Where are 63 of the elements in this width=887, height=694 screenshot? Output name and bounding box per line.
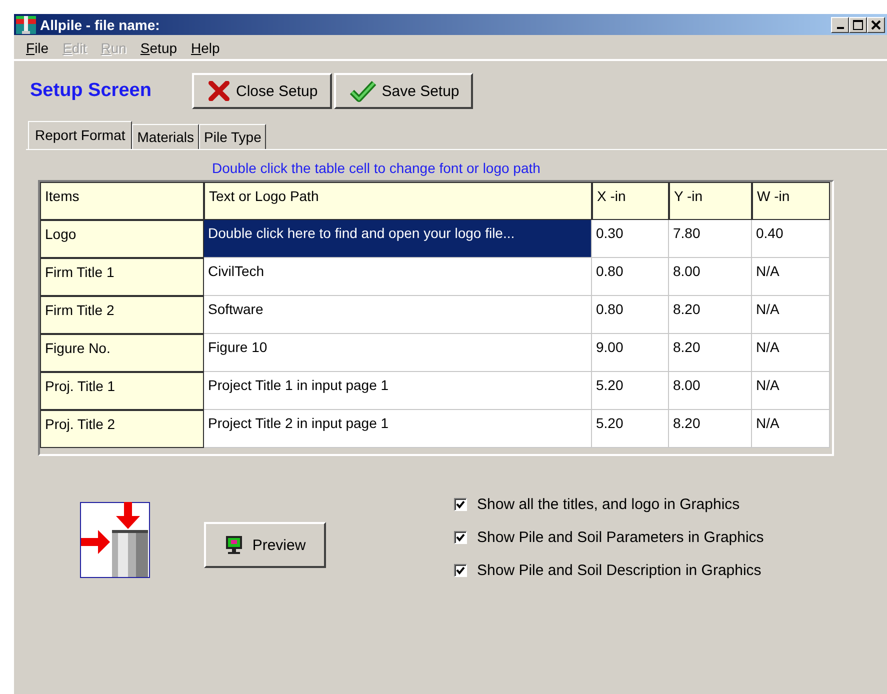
column-header: Y -in	[669, 182, 752, 220]
instruction-text: Double click the table cell to change font or logo path	[211, 159, 542, 178]
row-header: Figure No.	[40, 334, 204, 372]
window-title: Allpile - file name:	[40, 16, 161, 32]
table-cell[interactable]: 8.20	[669, 334, 752, 372]
menu-item[interactable]: Help	[191, 40, 220, 56]
row-header: Proj. Title 2	[40, 410, 204, 448]
minimize-icon	[836, 26, 844, 28]
table-cell[interactable]: 8.00	[669, 258, 752, 296]
column-header: X -in	[592, 182, 669, 220]
checkbox[interactable]	[454, 531, 467, 544]
table-cell[interactable]: N/A	[752, 372, 830, 410]
table-cell[interactable]: 9.00	[592, 334, 669, 372]
screen-heading: Setup Screen	[30, 80, 152, 102]
option-label: Show Pile and Soil Parameters in Graphics	[477, 529, 764, 546]
menu-item[interactable]: Setup	[140, 40, 178, 56]
monitor-icon	[224, 535, 244, 555]
table-cell[interactable]: 8.00	[669, 372, 752, 410]
column-header: Text or Logo Path	[204, 182, 592, 220]
table-cell[interactable]: 8.20	[669, 296, 752, 334]
table-cell[interactable]: 8.20	[669, 410, 752, 448]
save-setup-button[interactable]: Save Setup	[334, 73, 474, 109]
maximize-button[interactable]	[849, 16, 867, 32]
menu-item[interactable]: File	[26, 40, 49, 56]
table-cell[interactable]: 0.30	[592, 220, 669, 258]
preview-button[interactable]: Preview	[204, 522, 326, 568]
table-cell[interactable]: Double click here to find and open your logo file...	[204, 220, 592, 258]
column-header: Items	[40, 182, 204, 220]
table-cell[interactable]: N/A	[752, 296, 830, 334]
table-cell[interactable]: N/A	[752, 334, 830, 372]
close-button[interactable]	[867, 16, 885, 32]
row-header: Firm Title 2	[40, 296, 204, 334]
row-header: Proj. Title 1	[40, 372, 204, 410]
table-cell[interactable]: 5.20	[592, 372, 669, 410]
table-cell[interactable]: CivilTech	[204, 258, 592, 296]
tab[interactable]: Pile Type	[199, 124, 266, 149]
table-cell[interactable]: N/A	[752, 258, 830, 296]
checkbox[interactable]	[454, 564, 467, 577]
tab[interactable]: Materials	[132, 124, 200, 149]
table-cell[interactable]: 0.80	[592, 296, 669, 334]
table-cell[interactable]: Software	[204, 296, 592, 334]
table-cell[interactable]: Figure 10	[204, 334, 592, 372]
pile-load-icon	[80, 502, 150, 578]
table-cell[interactable]: N/A	[752, 410, 830, 448]
option-label: Show Pile and Soil Description in Graphics	[477, 562, 762, 579]
maximize-icon	[853, 20, 863, 30]
checkbox[interactable]	[454, 498, 467, 511]
row-header: Firm Title 1	[40, 258, 204, 296]
close-setup-button[interactable]: Close Setup	[192, 73, 332, 109]
checkmark-icon	[350, 80, 376, 102]
table-cell[interactable]: Project Title 1 in input page 1	[204, 372, 592, 410]
table-cell[interactable]: 7.80	[669, 220, 752, 258]
row-header: Logo	[40, 220, 204, 258]
tab[interactable]: Report Format	[28, 121, 132, 149]
column-header: W -in	[752, 182, 830, 220]
option-label: Show all the titles, and logo in Graphics	[477, 496, 740, 513]
table-cell[interactable]: 0.80	[592, 258, 669, 296]
cross-icon	[208, 81, 230, 101]
minimize-button[interactable]	[831, 16, 849, 32]
close-icon	[871, 20, 881, 30]
table-cell[interactable]: Project Title 2 in input page 1	[204, 410, 592, 448]
table-cell[interactable]: 0.40	[752, 220, 830, 258]
table-cell[interactable]: 5.20	[592, 410, 669, 448]
